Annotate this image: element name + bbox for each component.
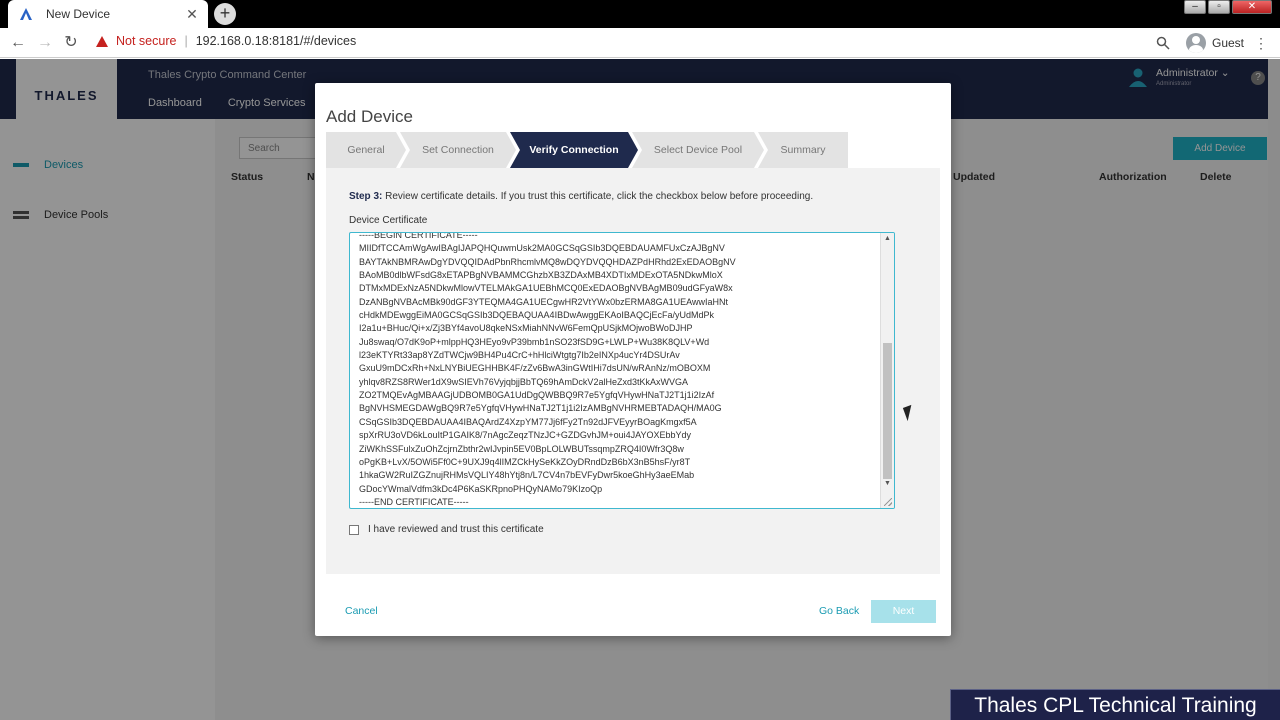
step-summary: Summary: [758, 132, 848, 168]
wizard-steps: General Set Connection Verify Connection…: [326, 132, 848, 168]
certificate-line: spXrRU3oVD6kLouItP1GAIK8/7nAgcZeqzTNzJC+…: [359, 430, 691, 441]
step-verify-connection: Verify Connection: [510, 132, 638, 168]
scroll-up-icon[interactable]: ▲: [881, 233, 894, 245]
scroll-down-icon[interactable]: ▼: [881, 478, 894, 490]
tab-title: New Device: [46, 7, 111, 21]
certificate-line: DTMxMDExNzA5NDkwMlowVTELMAkGA1UEBhMCQ0Ex…: [359, 283, 733, 294]
browser-tab-strip: New Device ✕ + – ▫ ✕: [0, 0, 1280, 28]
certificate-line: I2a1u+BHuc/Qi+x/Zj3BYf4avoU8qkeNSxMiahNN…: [359, 323, 693, 334]
certificate-line: ZiWKhSSFulxZuOhZcjrnZbthr2wIJvpin5EV0BpL…: [359, 443, 684, 454]
zoom-icon[interactable]: [1156, 36, 1170, 50]
certificate-line: Ju8swaq/O7dK9oP+mlppHQ3HEyo9vP39bmb1nSO2…: [359, 336, 710, 347]
certificate-line: CSqGSIb3DQEBDAUAA4IBAQArdZ4XzpYM77Jj6fFy…: [359, 416, 697, 427]
dialog-title: Add Device: [326, 107, 413, 126]
certificate-line: oPgKB+LvX/5OWi5Ff0C+9UXJ9q4lIMZCkHySeKkZ…: [359, 456, 691, 467]
profile-label: Guest: [1212, 36, 1245, 50]
window-close-icon[interactable]: ✕: [1232, 0, 1272, 14]
certificate-line: -----END CERTIFICATE-----: [359, 496, 469, 507]
scroll-thumb[interactable]: [883, 343, 892, 479]
training-banner: Thales CPL Technical Training: [950, 689, 1280, 720]
certificate-line: GxuU9mDCxRh+NxLNYBiUEGHHBK4F/zZv6BwA3inG…: [359, 363, 711, 374]
browser-menu-icon[interactable]: ⋮: [1254, 35, 1268, 52]
address-bar: ← → ↻ Not secure | 192.168.0.18:8181/#/d…: [0, 28, 1280, 58]
trust-checkbox[interactable]: [349, 524, 359, 535]
certificate-label: Device Certificate: [349, 215, 428, 226]
trust-label[interactable]: I have reviewed and trust this certifica…: [368, 524, 544, 535]
thales-favicon-icon: [18, 6, 34, 22]
add-device-dialog: Add Device General Set Connection Verify…: [315, 83, 951, 636]
forward-arrow-icon[interactable]: →: [34, 33, 56, 53]
certificate-line: DzANBgNVBAcMBk90dGF3YTEQMA4GA1UECgwHR2Vt…: [359, 296, 728, 307]
step-instruction: Step 3: Review certificate details. If y…: [349, 191, 813, 202]
trust-checkbox-row[interactable]: I have reviewed and trust this certifica…: [349, 524, 544, 535]
browser-tab[interactable]: New Device ✕: [8, 0, 208, 28]
certificate-line: -----BEGIN CERTIFICATE-----: [359, 232, 478, 240]
step-instruction-text: Review certificate details. If you trust…: [382, 191, 814, 202]
step-set-connection: Set Connection: [400, 132, 516, 168]
cancel-button[interactable]: Cancel: [345, 605, 378, 617]
certificate-line: GDocYWmalVdfm3kDc4P6KaSKRpnoPHQyNAMo79KI…: [359, 483, 603, 494]
certificate-line: MIIDfTCCAmWgAwIBAgIJAPQHQuwmUsk2MA0GCSqG…: [359, 243, 725, 254]
dialog-body: Step 3: Review certificate details. If y…: [326, 168, 940, 574]
omnibox[interactable]: Not secure | 192.168.0.18:8181/#/devices: [96, 34, 356, 48]
minimize-icon[interactable]: –: [1184, 0, 1206, 14]
certificate-line: 1hkaGW2RuIZGZnujRHMsVQLIY48hYtj8n/L7CV4n…: [359, 470, 695, 481]
tab-close-icon[interactable]: ✕: [182, 6, 202, 23]
step-select-device-pool: Select Device Pool: [632, 132, 764, 168]
certificate-textarea[interactable]: -----BEGIN CERTIFICATE----- MIIDfTCCAmWgA…: [349, 232, 895, 509]
certificate-line: BgNVHSMEGDAWgBQ9R7e5YgfqVHywHNaTJ2T1j1i2…: [359, 403, 722, 414]
new-tab-button[interactable]: +: [214, 3, 236, 25]
guest-avatar-icon: [1186, 33, 1206, 53]
certificate-line: BAoMB0dlbWFsdG8xETAPBgNVBAMMCGhzbXB3ZDAx…: [359, 270, 723, 281]
url-text[interactable]: 192.168.0.18:8181/#/devices: [196, 34, 357, 48]
certificate-line: yhlqv8RZS8RWer1dX9wSIEVh76VyjqbjjBbTQ69h…: [359, 376, 688, 387]
certificate-text: -----BEGIN CERTIFICATE----- MIIDfTCCAmWgA…: [359, 232, 736, 508]
back-arrow-icon[interactable]: ←: [7, 33, 29, 53]
certificate-line: cHdkMDEwggEiMA0GCSqGSIb3DQEBAQUAA4IBDwAw…: [359, 310, 714, 321]
certificate-line: l23eKTYRt33ap8YZdTWCjw9BH4Pu4CrC+hHlciWt…: [359, 350, 680, 361]
next-button[interactable]: Next: [871, 600, 936, 623]
warning-icon: [96, 35, 108, 47]
security-status[interactable]: Not secure: [116, 34, 176, 48]
window-controls: – ▫ ✕: [1184, 0, 1272, 14]
reload-icon[interactable]: ↻: [60, 33, 82, 53]
url-separator: |: [184, 34, 188, 48]
profile-button[interactable]: Guest: [1186, 33, 1244, 53]
certificate-line: BAYTAkNBMRAwDgYDVQQIDAdPbnRhcmlvMQ8wDQYD…: [359, 256, 736, 267]
maximize-icon[interactable]: ▫: [1208, 0, 1230, 14]
step-number: Step 3:: [349, 191, 383, 202]
step-general: General: [326, 132, 406, 168]
certificate-line: ZO2TMQEvAgMBAAGjUDBOMB0GA1UdDgQWBBQ9R7e5…: [359, 390, 715, 401]
certificate-scrollbar[interactable]: ▲ ▼: [880, 233, 894, 508]
resize-handle-icon[interactable]: [884, 498, 892, 506]
go-back-button[interactable]: Go Back: [819, 605, 859, 617]
